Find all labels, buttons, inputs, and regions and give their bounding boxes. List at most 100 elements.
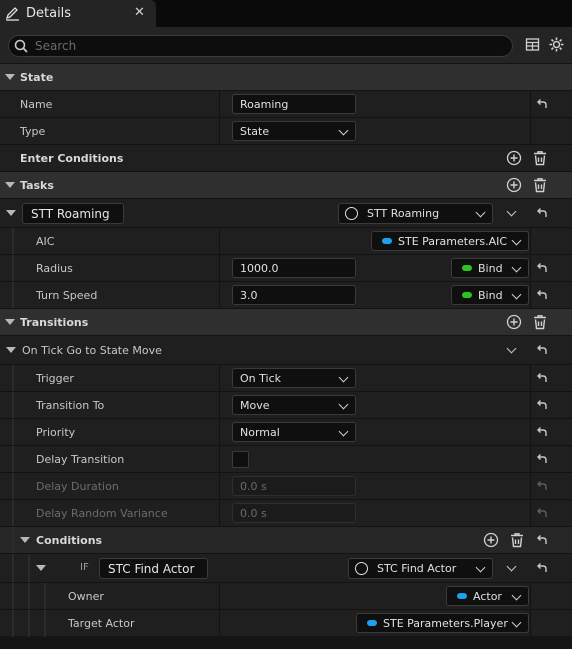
collapse-arrow-icon[interactable] <box>5 182 15 188</box>
dropdown-value: STC Find Actor <box>377 562 457 575</box>
dropdown-value: Bind <box>478 262 503 275</box>
aic-binding-dropdown[interactable]: STE Parameters.AIC <box>371 231 529 251</box>
category-conditions[interactable]: Conditions <box>0 526 572 554</box>
category-tasks[interactable]: Tasks <box>0 171 572 198</box>
reset-to-default-icon[interactable] <box>535 533 549 547</box>
trash-icon[interactable] <box>532 177 548 193</box>
trash-icon[interactable] <box>509 532 525 548</box>
column-divider[interactable] <box>219 365 220 391</box>
trash-icon[interactable] <box>532 150 548 166</box>
property-row-type: Type State <box>0 117 572 144</box>
reset-to-default-icon[interactable] <box>535 398 549 412</box>
dropdown-value: STT Roaming <box>367 207 440 220</box>
task-name-field[interactable]: STT Roaming <box>22 203 124 224</box>
priority-dropdown[interactable]: Normal <box>232 422 356 442</box>
property-label: Type <box>20 125 46 138</box>
tab-details[interactable]: Details ✕ <box>0 0 156 27</box>
column-divider[interactable] <box>219 583 220 609</box>
add-icon[interactable] <box>506 177 522 193</box>
indent-guide <box>44 583 46 610</box>
column-divider[interactable] <box>219 610 220 636</box>
dropdown-value: STE Parameters.AIC <box>398 235 508 248</box>
category-label: Conditions <box>36 534 103 547</box>
column-divider <box>530 118 531 144</box>
indent-guide <box>12 365 14 392</box>
trash-icon[interactable] <box>532 314 548 330</box>
indent-guide <box>28 610 30 637</box>
collapse-arrow-icon[interactable] <box>20 537 30 543</box>
column-divider[interactable] <box>219 255 220 281</box>
dropdown-value: Bind <box>478 289 503 302</box>
column-divider <box>530 419 531 445</box>
chevron-down-icon[interactable] <box>506 206 517 217</box>
table-view-icon[interactable] <box>525 37 540 52</box>
gear-icon[interactable] <box>548 36 565 53</box>
property-row-turn-speed: Turn Speed 3.0 Bind <box>0 281 572 309</box>
add-icon[interactable] <box>506 150 522 166</box>
column-divider[interactable] <box>219 500 220 526</box>
indent-guide <box>12 228 14 255</box>
transition-to-dropdown[interactable]: Move <box>232 395 356 415</box>
task-class-dropdown[interactable]: STT Roaming <box>338 203 493 224</box>
turn-speed-bind-dropdown[interactable]: Bind <box>451 285 529 305</box>
reset-to-default-icon[interactable] <box>535 261 549 275</box>
target-actor-binding-dropdown[interactable]: STE Parameters.Player <box>356 613 529 633</box>
property-row-delay-random-variance: Delay Random Variance 0.0 s <box>0 499 572 527</box>
transition-header[interactable]: On Tick Go to State Move <box>0 335 572 364</box>
column-divider <box>530 282 531 308</box>
column-divider[interactable] <box>219 91 220 117</box>
property-label: Enter Conditions <box>20 152 124 165</box>
column-divider[interactable] <box>219 392 220 418</box>
column-divider[interactable] <box>219 419 220 445</box>
add-icon[interactable] <box>483 532 499 548</box>
reset-to-default-icon[interactable] <box>535 371 549 385</box>
reset-to-default-icon[interactable] <box>535 343 549 357</box>
parameter-icon <box>367 620 377 626</box>
delay-transition-checkbox[interactable] <box>232 451 249 468</box>
add-icon[interactable] <box>506 314 522 330</box>
reset-to-default-icon[interactable] <box>535 425 549 439</box>
search-input[interactable]: Search <box>8 35 513 57</box>
category-transitions[interactable]: Transitions <box>0 308 572 335</box>
property-label: Delay Duration <box>36 480 119 493</box>
owner-binding-dropdown[interactable]: Actor <box>446 586 529 606</box>
trigger-dropdown[interactable]: On Tick <box>232 368 356 388</box>
reset-to-default-icon[interactable] <box>535 561 549 575</box>
column-divider[interactable] <box>219 228 220 254</box>
category-state[interactable]: State <box>0 63 572 90</box>
type-dropdown[interactable]: State <box>232 121 356 141</box>
column-divider[interactable] <box>219 446 220 472</box>
property-row-delay-duration: Delay Duration 0.0 s <box>0 472 572 500</box>
turn-speed-field[interactable]: 3.0 <box>232 285 356 305</box>
chevron-down-icon <box>475 562 486 573</box>
reset-to-default-icon[interactable] <box>535 288 549 302</box>
condition-class-dropdown[interactable]: STC Find Actor <box>348 558 493 579</box>
collapse-arrow-icon[interactable] <box>6 210 16 216</box>
radius-field[interactable]: 1000.0 <box>232 258 356 278</box>
reset-to-default-icon[interactable] <box>535 97 549 111</box>
collapse-arrow-icon[interactable] <box>5 319 15 325</box>
chevron-down-icon[interactable] <box>506 343 517 354</box>
collapse-arrow-icon[interactable] <box>5 74 15 80</box>
collapse-arrow-icon[interactable] <box>6 347 16 353</box>
close-icon[interactable]: ✕ <box>134 5 145 20</box>
condition-name-field[interactable]: STC Find Actor <box>99 558 208 579</box>
chevron-down-icon <box>511 235 522 246</box>
collapse-arrow-icon[interactable] <box>36 565 46 571</box>
column-divider <box>530 392 531 418</box>
reset-to-default-icon[interactable] <box>535 206 549 220</box>
column-divider[interactable] <box>219 118 220 144</box>
reset-to-default-icon[interactable] <box>535 452 549 466</box>
chevron-down-icon <box>511 262 522 273</box>
indent-guide <box>12 527 14 554</box>
chevron-down-icon <box>511 617 522 628</box>
chevron-down-icon[interactable] <box>506 561 517 572</box>
indent-guide <box>44 610 46 637</box>
name-field[interactable]: Roaming <box>232 94 356 114</box>
property-row-owner: Owner Actor <box>0 582 572 610</box>
radius-bind-dropdown[interactable]: Bind <box>451 258 529 278</box>
search-placeholder: Search <box>35 39 77 53</box>
column-divider[interactable] <box>219 282 220 308</box>
property-row-trigger: Trigger On Tick <box>0 364 572 392</box>
column-divider[interactable] <box>219 473 220 499</box>
